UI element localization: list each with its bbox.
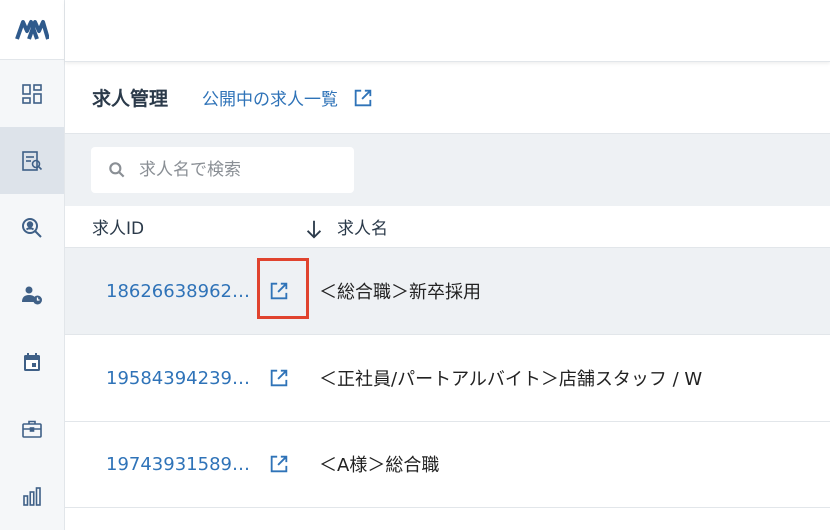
external-link-icon[interactable]: [268, 453, 290, 475]
page-header: 求人管理 公開中の求人一覧: [65, 62, 830, 134]
top-bar: [65, 0, 830, 62]
logo-mark-icon: [15, 19, 49, 40]
nav-job-management[interactable]: [0, 127, 64, 194]
nav-calendar[interactable]: [0, 328, 64, 395]
job-id-link[interactable]: 18626638962…: [106, 281, 250, 302]
page-title: 求人管理: [92, 88, 169, 110]
search-input[interactable]: [139, 160, 339, 180]
table-row[interactable]: 19584394239… ＜正社員/パートアルバイト＞店舗スタッフ / W: [65, 335, 830, 422]
search-icon: [109, 162, 125, 178]
column-header-id[interactable]: 求人ID: [92, 214, 144, 239]
dashboard-icon: [22, 83, 42, 104]
job-document-search-icon: [22, 150, 43, 171]
job-name: ＜正社員/パートアルバイト＞店舗スタッフ / W: [319, 369, 703, 390]
job-id-link[interactable]: 19584394239…: [106, 368, 250, 389]
sort-arrow-down-icon[interactable]: [303, 218, 325, 240]
search-box[interactable]: [91, 147, 354, 193]
table-header: 求人ID 求人名: [65, 206, 830, 248]
candidate-search-icon: [22, 217, 42, 238]
highlight-box: [257, 258, 309, 319]
nav-candidate-search[interactable]: [0, 194, 64, 261]
column-header-name[interactable]: 求人名: [337, 214, 388, 239]
sidebar: [0, 0, 65, 530]
public-jobs-link[interactable]: 公開中の求人一覧: [202, 85, 374, 110]
nav-user-schedule[interactable]: [0, 261, 64, 328]
user-clock-icon: [22, 286, 42, 304]
calendar-icon: [24, 352, 40, 371]
search-area: [65, 134, 830, 206]
external-link-icon: [354, 89, 372, 106]
external-link-icon[interactable]: [268, 367, 290, 389]
nav-briefcase[interactable]: [0, 395, 64, 462]
job-name: ＜A様＞総合職: [319, 455, 440, 476]
app-logo[interactable]: [0, 0, 64, 60]
nav-reports[interactable]: [0, 462, 64, 529]
nav-dashboard[interactable]: [0, 60, 64, 127]
table-row[interactable]: 19743931589… ＜A様＞総合職: [65, 421, 830, 508]
job-id-link[interactable]: 19743931589…: [106, 454, 250, 475]
public-jobs-link-label: 公開中の求人一覧: [202, 90, 339, 110]
job-name: ＜総合職＞新卒採用: [319, 282, 481, 303]
table-row[interactable]: 18626638962… ＜総合職＞新卒採用: [65, 248, 830, 335]
bar-chart-icon: [23, 486, 41, 506]
briefcase-icon: [22, 420, 42, 438]
